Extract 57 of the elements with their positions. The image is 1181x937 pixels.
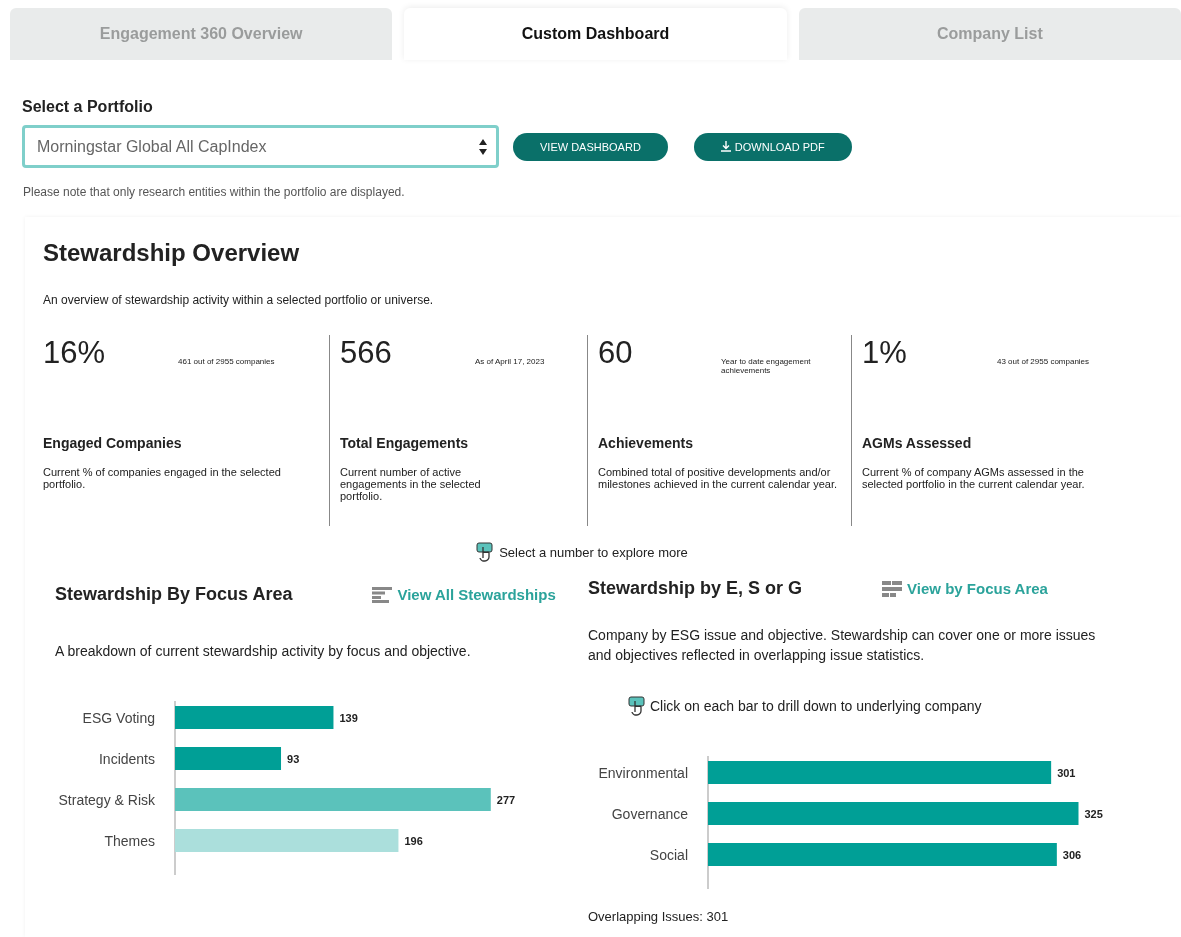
download-icon: [720, 141, 731, 152]
value-label: 325: [1084, 807, 1103, 820]
stat-detail: 461 out of 2955 companies: [178, 357, 275, 366]
view-button[interactable]: VIEW DASHBOARD: [513, 132, 668, 161]
bar[interactable]: [175, 788, 491, 812]
stat-detail: 43 out of 2955 companies: [997, 357, 1090, 366]
panel-description: A breakdown of current stewardship activity by focus and objective.: [55, 642, 472, 661]
value-label: 301: [1057, 766, 1076, 779]
section-subtitle: An overview of stewardship activity within a selected portfolio or universe.: [43, 293, 435, 307]
stat-value[interactable]: 60: [598, 335, 721, 371]
view-link[interactable]: View by Focus Area: [882, 580, 1048, 597]
stat-detail: As of April 17, 2023: [475, 357, 545, 366]
section-title: Stewardship Overview: [43, 239, 301, 267]
panel-title: Stewardship by E, S or G: [588, 578, 803, 599]
category-label: Social: [649, 846, 688, 863]
stat-description: Current % of company AGMs assessed in the selected portfolio in the current calendar year.: [862, 466, 1086, 490]
stat-label: Total Engagements: [340, 435, 470, 451]
stat-label: Achievements: [598, 435, 694, 451]
stat-description: Current number of active engagements in the selected portfolio.: [340, 466, 482, 502]
hint-text: Select a number to explore more: [499, 544, 688, 560]
category-label: ESG Voting: [82, 709, 155, 726]
bar[interactable]: [708, 801, 1079, 825]
tab[interactable]: Custom Dashboard: [404, 8, 787, 60]
category-label: Governance: [611, 805, 688, 822]
portfolio-select[interactable]: Morningstar Global All CapIndex: [22, 125, 499, 168]
stat-label: Engaged Companies: [43, 435, 183, 451]
sort-arrows-icon: [478, 137, 488, 156]
bar[interactable]: [175, 706, 334, 730]
stat-description: Combined total of positive developments and/or milestones achieved in the current calendar year.: [598, 466, 839, 490]
panel-title: Stewardship By Focus Area: [55, 584, 293, 605]
table-icon: [882, 580, 903, 597]
stat-detail: Year to date engagement achievements: [721, 357, 812, 375]
bar[interactable]: [708, 842, 1057, 866]
value-label: 196: [404, 834, 423, 847]
category-label: Strategy & Risk: [58, 791, 155, 808]
download-button[interactable]: DOWNLOAD PDF: [693, 132, 852, 161]
bar-list-icon: [372, 586, 393, 603]
hint-text: Click on each bar to drill down to underlying company: [650, 697, 982, 714]
category-label: Environmental: [598, 764, 688, 781]
value-label: 139: [339, 711, 358, 724]
category-label: Themes: [104, 832, 155, 849]
stat-value[interactable]: 1%: [862, 335, 997, 371]
panel-description: Company by ESG issue and objective. Stewardship can cover one or more issues and objectives reflected in overlapping issue statistics.: [588, 626, 1097, 666]
bar[interactable]: [175, 747, 281, 771]
field-label: Select a Portfolio: [22, 98, 154, 116]
value-label: 277: [496, 793, 516, 806]
note-text: Please note that only research entities within the portfolio are displayed.: [23, 185, 406, 199]
view-link[interactable]: View All Stewardships: [372, 586, 556, 603]
bar[interactable]: [708, 760, 1052, 784]
stat-label: AGMs Assessed: [862, 435, 973, 451]
stat-value[interactable]: 16%: [43, 335, 178, 371]
category-label: Incidents: [98, 750, 155, 767]
footer-text: Overlapping Issues: 301: [588, 908, 730, 924]
stat-value[interactable]: 566: [340, 335, 475, 371]
stat-description: Current % of companies engaged in the selected portfolio.: [43, 466, 282, 490]
value-label: 93: [287, 752, 300, 765]
value-label: 306: [1062, 848, 1082, 861]
